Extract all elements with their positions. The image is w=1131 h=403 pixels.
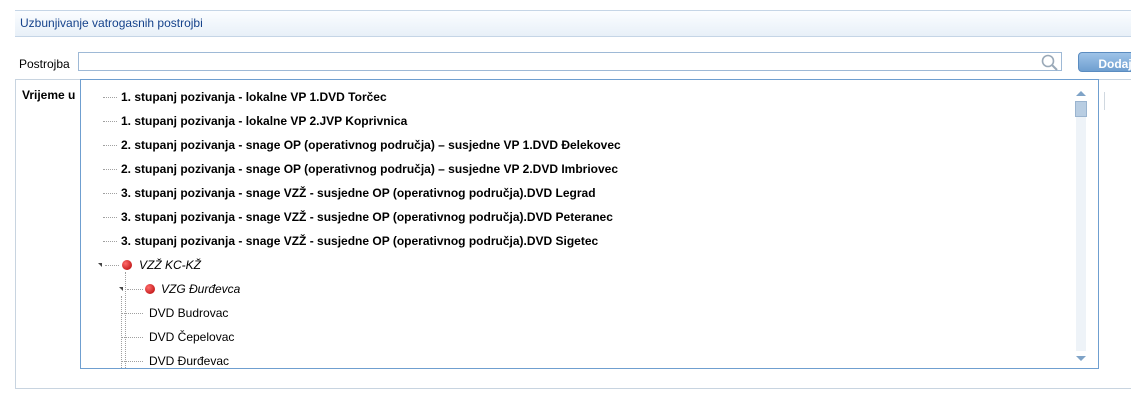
tree-connector (125, 272, 127, 368)
scroll-track[interactable] (1076, 101, 1086, 351)
tree-connector (121, 296, 123, 368)
dropdown-item[interactable]: 1. stupanj pozivanja - lokalne VP 1.DVD … (121, 85, 387, 109)
add-button[interactable]: Dodaj (1078, 52, 1131, 72)
tree-connector (103, 169, 117, 171)
scroll-up-arrow-icon[interactable] (1073, 86, 1089, 100)
postrojba-search-input[interactable] (78, 52, 1062, 71)
tree-connector (121, 337, 143, 339)
red-dot-icon (122, 260, 132, 270)
search-icon[interactable] (1040, 53, 1060, 73)
dropdown-item[interactable]: 3. stupanj pozivanja - snage VZŽ - susje… (121, 229, 598, 253)
tree-node-root[interactable]: VZŽ KC-KŽ (139, 253, 201, 277)
collapse-arrow-icon[interactable] (98, 263, 102, 267)
panel-header: Uzbunjivanje vatrogasnih postrojbi (15, 10, 1131, 37)
dropdown-item[interactable]: 3. stupanj pozivanja - snage VZŽ - susje… (121, 181, 596, 205)
tree-connector (103, 217, 117, 219)
tree-connector (103, 241, 117, 243)
dropdown-item[interactable]: 3. stupanj pozivanja - snage VZŽ - susje… (121, 205, 613, 229)
tree-node-child[interactable]: VZG Đurđevca (161, 277, 240, 301)
tree-leaf[interactable]: DVD Đurđevac (149, 349, 229, 368)
dropdown-scrollbar[interactable] (1073, 86, 1089, 361)
dropdown-item[interactable]: 2. stupanj pozivanja - snage OP (operati… (121, 157, 618, 181)
tree-connector (121, 313, 143, 315)
dropdown-item[interactable]: 2. stupanj pozivanja - snage OP (operati… (121, 133, 621, 157)
postrojba-label: Postrojba (19, 57, 70, 71)
scroll-down-arrow-icon[interactable] (1073, 352, 1089, 366)
tree-connector (103, 145, 117, 147)
tree-connector (103, 121, 117, 123)
panel-title: Uzbunjivanje vatrogasnih postrojbi (20, 16, 203, 30)
column-header-vrijeme[interactable]: Vrijeme u (22, 88, 75, 102)
tree-connector (121, 361, 143, 363)
tree-connector (103, 97, 117, 99)
tree-leaf[interactable]: DVD Budrovac (149, 301, 228, 325)
red-dot-icon (145, 284, 155, 294)
column-divider (1104, 92, 1105, 110)
tree-connector (105, 265, 119, 267)
tree-leaf[interactable]: DVD Čepelovac (149, 325, 234, 349)
scroll-thumb[interactable] (1075, 101, 1087, 117)
postrojba-dropdown: 1. stupanj pozivanja - lokalne VP 1.DVD … (80, 79, 1099, 369)
dropdown-item[interactable]: 1. stupanj pozivanja - lokalne VP 2.JVP … (121, 109, 407, 133)
tree-connector (103, 193, 117, 195)
collapse-arrow-icon[interactable] (119, 287, 123, 291)
tree-connector (127, 289, 143, 291)
